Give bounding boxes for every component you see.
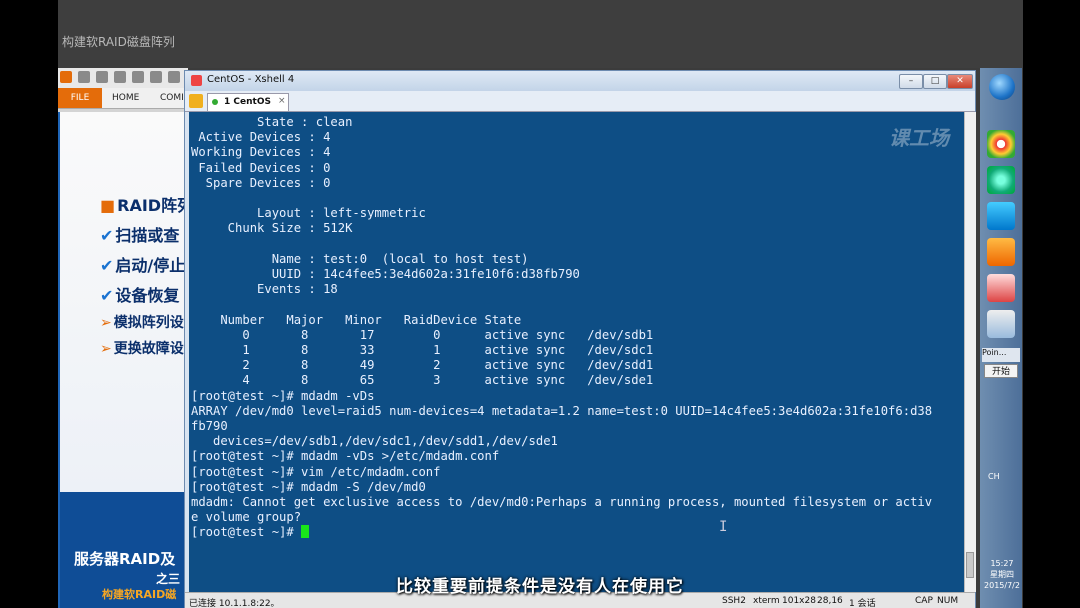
video-header: 构建软RAID磁盘阵列 xyxy=(58,0,1023,68)
language-indicator[interactable]: CH xyxy=(988,472,1000,481)
start-orb-icon[interactable] xyxy=(989,74,1015,100)
terminal-cursor xyxy=(301,525,310,539)
square-bullet-icon: ■ xyxy=(100,196,116,215)
terminal-scrollbar[interactable] xyxy=(964,112,976,592)
check-bullet-icon: ✔ xyxy=(100,226,114,245)
tab-close-icon[interactable]: × xyxy=(278,96,286,106)
caps-status: CAP xyxy=(915,596,933,606)
video-title: 构建软RAID磁盘阵列 xyxy=(62,35,175,49)
paint-task-icon[interactable] xyxy=(987,310,1015,338)
slide-sub-bullet: ➢ 更换故障设 xyxy=(100,338,184,358)
terminal-output: State : clean Active Devices : 4 Working… xyxy=(191,115,932,541)
app-task-icon[interactable] xyxy=(987,274,1015,302)
watermark-logo: 课工场 xyxy=(889,126,949,150)
session-tabbar: 1 CentOS × xyxy=(185,91,975,112)
arrow-bullet-icon: ➢ xyxy=(100,341,112,357)
tab-home[interactable]: HOME xyxy=(112,88,139,108)
powerpoint-window: FILE HOME COMI ■ RAID阵列 ✔ 扫描或查 ✔ 启动/停止 ✔ 设备恢… xyxy=(58,68,193,608)
xshell-window: CentOS - Xshell 4 – □ ✕ 1 CentOS × State… xyxy=(184,70,976,608)
ibeam-cursor-icon: I xyxy=(719,519,728,535)
video-frame: 构建软RAID磁盘阵列 FILE HOME COMI ■ RAID阵列 ✔ 扫描或查… xyxy=(58,0,1023,608)
save-icon[interactable] xyxy=(96,71,108,83)
slide-canvas: ■ RAID阵列 ✔ 扫描或查 ✔ 启动/停止 ✔ 设备恢复 ➢ 模拟阵列设 ➢ 更换故障设… xyxy=(58,112,193,608)
sessions-status: 1 会话 xyxy=(849,599,876,608)
window-title: CentOS - Xshell 4 xyxy=(207,74,295,85)
tab-label: 1 CentOS xyxy=(224,97,271,107)
window-titlebar[interactable]: CentOS - Xshell 4 – □ ✕ xyxy=(185,71,975,91)
slide-line-text: 模拟阵列设 xyxy=(113,315,184,331)
tab-comm[interactable]: COMI xyxy=(160,88,184,108)
quick-access-toolbar xyxy=(58,68,188,89)
tab-file[interactable]: FILE xyxy=(58,88,102,108)
undo-icon[interactable] xyxy=(168,71,180,83)
xshell-task-icon[interactable] xyxy=(987,238,1015,266)
protocol-status: SSH2 xyxy=(722,596,746,606)
new-session-icon[interactable] xyxy=(189,94,203,108)
slide-bullet: ✔ 启动/停止 xyxy=(100,252,185,276)
powerpoint-task-label[interactable]: Poin... xyxy=(982,348,1020,362)
arrow-bullet-icon: ➢ xyxy=(100,315,112,331)
term-size-status: 101x28 xyxy=(782,596,816,606)
num-status: NUM xyxy=(937,596,959,606)
chrome-icon[interactable] xyxy=(987,130,1015,158)
start-button[interactable]: 开始 xyxy=(984,364,1018,378)
connected-status-icon xyxy=(212,99,218,105)
slide-sub-bullet: ➢ 模拟阵列设 xyxy=(100,312,184,332)
terminal[interactable]: State : clean Active Devices : 4 Working… xyxy=(189,112,964,592)
connection-status: 已连接 10.1.1.8:22。 xyxy=(189,599,280,608)
slide-heading: ■ RAID阵列 xyxy=(100,192,193,216)
copy-icon[interactable] xyxy=(150,71,162,83)
video-subtitle: 比较重要前提条件是没有人在使用它 xyxy=(396,577,684,597)
check-bullet-icon: ✔ xyxy=(100,286,114,305)
slide-line-text: 更换故障设 xyxy=(113,341,184,357)
print-icon[interactable] xyxy=(114,71,126,83)
slide-line-text: 扫描或查 xyxy=(115,226,180,245)
slide-line-text: RAID阵列 xyxy=(117,196,194,215)
slide-line-text: 设备恢复 xyxy=(115,286,180,305)
preview-icon[interactable] xyxy=(132,71,144,83)
term-type-status: xterm xyxy=(753,596,780,606)
tab-centos[interactable]: 1 CentOS × xyxy=(207,93,289,111)
maximize-button[interactable]: □ xyxy=(923,74,947,89)
terminal-prompt: [root@test ~]# xyxy=(191,525,302,540)
slide-bullet: ✔ 设备恢复 xyxy=(100,282,179,306)
ie-icon[interactable] xyxy=(987,202,1015,230)
browser-icon[interactable] xyxy=(987,166,1015,194)
slide-content: ■ RAID阵列 ✔ 扫描或查 ✔ 启动/停止 ✔ 设备恢复 ➢ 模拟阵列设 ➢ 更换故障设… xyxy=(60,112,193,608)
open-icon[interactable] xyxy=(78,71,90,83)
slide-line-text: 启动/停止 xyxy=(115,256,186,275)
cursor-pos-status: 28,16 xyxy=(817,596,843,606)
terminal-lines: State : clean Active Devices : 4 Working… xyxy=(191,115,933,525)
ppt-logo-icon xyxy=(60,71,72,83)
windows-taskbar: Poin... 开始 CH 15:27 星期四 2015/7/2 xyxy=(980,68,1022,608)
course-title: 服务器RAID及 xyxy=(74,550,176,568)
xshell-logo-icon xyxy=(191,75,202,86)
minimize-button[interactable]: – xyxy=(899,74,923,89)
check-bullet-icon: ✔ xyxy=(100,256,114,275)
ribbon-tabs: FILE HOME COMI xyxy=(58,88,188,109)
slide-bullet: ✔ 扫描或查 xyxy=(100,222,179,246)
clock-time: 15:27 xyxy=(990,559,1014,568)
close-button[interactable]: ✕ xyxy=(947,74,973,89)
